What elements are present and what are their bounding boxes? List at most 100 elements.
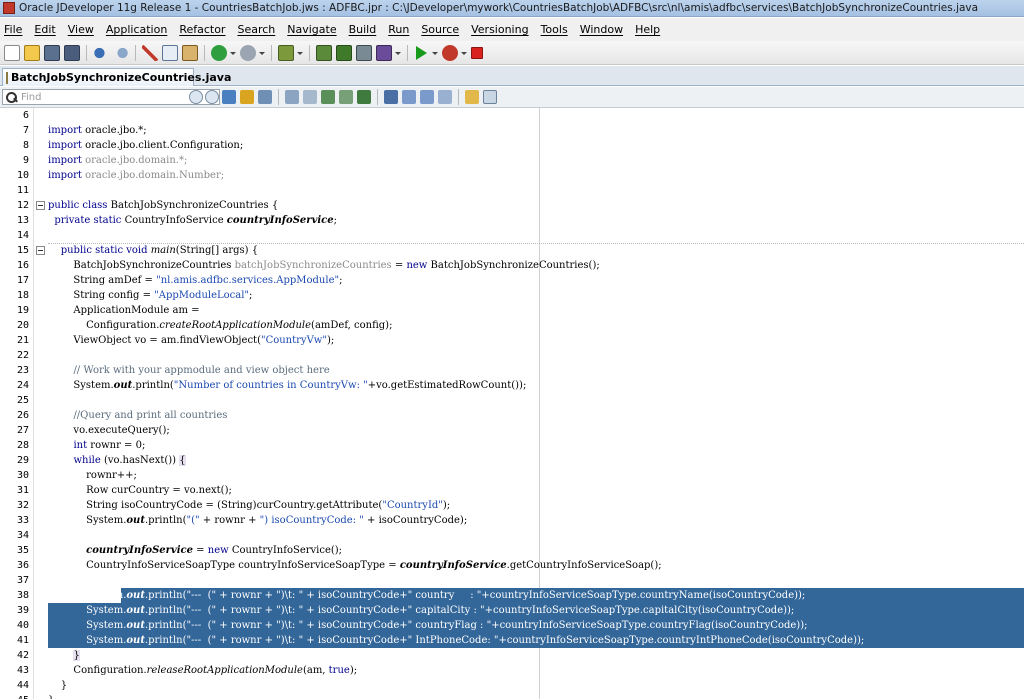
save-icon[interactable] (44, 44, 60, 61)
code-text[interactable]: System.out.println("Number of countries … (48, 378, 526, 393)
code-line[interactable]: 30 rownr++; (0, 468, 1024, 483)
toggle-comment-icon[interactable] (357, 90, 371, 104)
code-line[interactable]: 34 (0, 528, 1024, 543)
history-icon[interactable] (483, 90, 497, 104)
menu-window[interactable]: Window (580, 23, 623, 36)
code-text[interactable]: ApplicationModule am = (48, 303, 199, 318)
code-text[interactable]: //Query and print all countries (48, 408, 227, 423)
code-line[interactable]: 35 countryInfoService = new CountryInfoS… (0, 543, 1024, 558)
build-dropdown-icon[interactable] (394, 45, 401, 61)
cut-icon[interactable] (142, 44, 158, 61)
reformat-icon[interactable] (285, 90, 299, 104)
menu-refactor[interactable]: Refactor (179, 23, 225, 36)
copy-icon[interactable] (162, 44, 178, 61)
code-line[interactable]: 12 public class BatchJobSynchronizeCountr… (0, 198, 1024, 213)
back-dropdown-icon[interactable] (229, 45, 236, 61)
menu-source[interactable]: Source (421, 23, 459, 36)
code-line[interactable]: 18 String config = "AppModuleLocal"; (0, 288, 1024, 303)
code-line[interactable]: 8 import oracle.jbo.client.Configuration; (0, 138, 1024, 153)
code-line[interactable]: 32 String isoCountryCode = (String)curCo… (0, 498, 1024, 513)
format-icon[interactable] (258, 90, 272, 104)
code-text[interactable]: String amDef = "nl.amis.adfbc.services.A… (48, 273, 342, 288)
code-text[interactable]: System.out.println("--- (" + rownr + ")\… (48, 603, 794, 618)
search-icon[interactable] (5, 91, 19, 103)
code-text[interactable]: vo.executeQuery(); (48, 423, 169, 438)
forward-dropdown-icon[interactable] (258, 45, 265, 61)
code-line[interactable]: 45} (0, 693, 1024, 699)
code-line[interactable]: 25 (0, 393, 1024, 408)
code-line[interactable]: 17 String amDef = "nl.amis.adfbc.service… (0, 273, 1024, 288)
menu-search[interactable]: Search (237, 23, 275, 36)
code-text[interactable]: } (48, 678, 67, 693)
code-line[interactable]: 7 import oracle.jbo.*; (0, 123, 1024, 138)
highlight-occurrences-icon[interactable] (222, 90, 236, 104)
code-text[interactable]: import oracle.jbo.domain.Number; (48, 168, 224, 183)
new-file-icon[interactable] (4, 44, 20, 61)
code-text[interactable]: System.out.println("--- (" + rownr + ")\… (48, 618, 807, 633)
menu-help[interactable]: Help (635, 23, 660, 36)
menu-tools[interactable]: Tools (541, 23, 568, 36)
run-icon[interactable] (416, 45, 427, 60)
code-line[interactable]: 38 System.out.println("--- (" + rownr + … (0, 588, 1024, 603)
braces-icon[interactable] (303, 90, 317, 104)
code-text[interactable]: BatchJobSynchronizeCountries batchJobSyn… (48, 258, 599, 273)
code-text[interactable]: String config = "AppModuleLocal"; (48, 288, 252, 303)
save-all-icon[interactable] (64, 44, 80, 61)
menu-navigate[interactable]: Navigate (287, 23, 336, 36)
code-line[interactable]: 39 System.out.println("--- (" + rownr + … (0, 603, 1024, 618)
menu-file[interactable]: File (4, 23, 22, 36)
deploy-icon[interactable] (278, 44, 294, 61)
code-line[interactable]: 42 } (0, 648, 1024, 663)
code-editor[interactable]: 6 7 import oracle.jbo.*; 8 import oracle.jbo… (0, 108, 1024, 699)
code-line[interactable]: 21 ViewObject vo = am.findViewObject("Co… (0, 333, 1024, 348)
code-text[interactable]: import oracle.jbo.*; (48, 123, 147, 138)
code-line[interactable]: 24 System.out.println("Number of countri… (0, 378, 1024, 393)
run-dropdown-icon[interactable] (431, 45, 438, 61)
code-text[interactable]: Configuration.releaseRootApplicationModu… (48, 663, 357, 678)
code-line[interactable]: 22 (0, 348, 1024, 363)
code-line[interactable]: 41 System.out.println("--- (" + rownr + … (0, 633, 1024, 648)
code-line[interactable]: 16 BatchJobSynchronizeCountries batchJob… (0, 258, 1024, 273)
code-line[interactable]: 14 (0, 228, 1024, 243)
code-text[interactable]: Configuration.createRootApplicationModul… (48, 318, 392, 333)
stop-icon[interactable] (471, 46, 483, 59)
collapse-icon[interactable] (36, 201, 45, 210)
menu-run[interactable]: Run (388, 23, 409, 36)
clean-icon[interactable] (356, 44, 372, 61)
edit-icon[interactable] (240, 90, 254, 104)
find-input[interactable]: Find (2, 89, 220, 105)
code-text[interactable]: public class BatchJobSynchronizeCountrie… (48, 198, 278, 213)
code-text[interactable]: System.out.println("(" + rownr + ") isoC… (48, 513, 467, 528)
code-line[interactable]: 9 import oracle.jbo.domain.*; (0, 153, 1024, 168)
redo-icon[interactable] (113, 44, 129, 61)
previous-bookmark-icon[interactable] (420, 90, 434, 104)
code-line[interactable]: 10 import oracle.jbo.domain.Number; (0, 168, 1024, 183)
code-line[interactable]: 13 private static CountryInfoService cou… (0, 213, 1024, 228)
code-text[interactable]: int rownr = 0; (48, 438, 145, 453)
code-line[interactable]: 43 Configuration.releaseRootApplicationM… (0, 663, 1024, 678)
menu-edit[interactable]: Edit (34, 23, 55, 36)
code-line[interactable]: 36 CountryInfoServiceSoapType countryInf… (0, 558, 1024, 573)
code-line[interactable]: 26 //Query and print all countries (0, 408, 1024, 423)
code-text[interactable]: private static CountryInfoService countr… (48, 213, 337, 228)
code-text[interactable]: CountryInfoServiceSoapType countryInfoSe… (48, 558, 661, 573)
code-text[interactable]: } (48, 693, 54, 699)
menu-build[interactable]: Build (349, 23, 377, 36)
find-next-icon[interactable] (189, 90, 203, 104)
code-text[interactable]: rownr++; (48, 468, 137, 483)
add-import-icon[interactable] (339, 90, 353, 104)
code-text[interactable]: ViewObject vo = am.findViewObject("Count… (48, 333, 334, 348)
tab-batchjobsynchronizecountries[interactable]: BatchJobSynchronizeCountries.java (2, 68, 231, 86)
code-text[interactable]: String isoCountryCode = (String)curCount… (48, 498, 450, 513)
paste-icon[interactable] (182, 44, 198, 61)
code-line[interactable]: 44 } (0, 678, 1024, 693)
code-text[interactable]: System.out.println("--- (" + rownr + ")\… (48, 588, 805, 603)
code-text[interactable]: import oracle.jbo.domain.*; (48, 153, 187, 168)
profile-icon[interactable] (376, 44, 392, 61)
code-line[interactable]: 15 public static void main(String[] args… (0, 243, 1024, 258)
debug-dropdown-icon[interactable] (460, 45, 467, 61)
code-line[interactable]: 11 (0, 183, 1024, 198)
back-icon[interactable] (211, 44, 227, 61)
code-line[interactable]: 40 System.out.println("--- (" + rownr + … (0, 618, 1024, 633)
code-line[interactable]: 20 Configuration.createRootApplicationMo… (0, 318, 1024, 333)
